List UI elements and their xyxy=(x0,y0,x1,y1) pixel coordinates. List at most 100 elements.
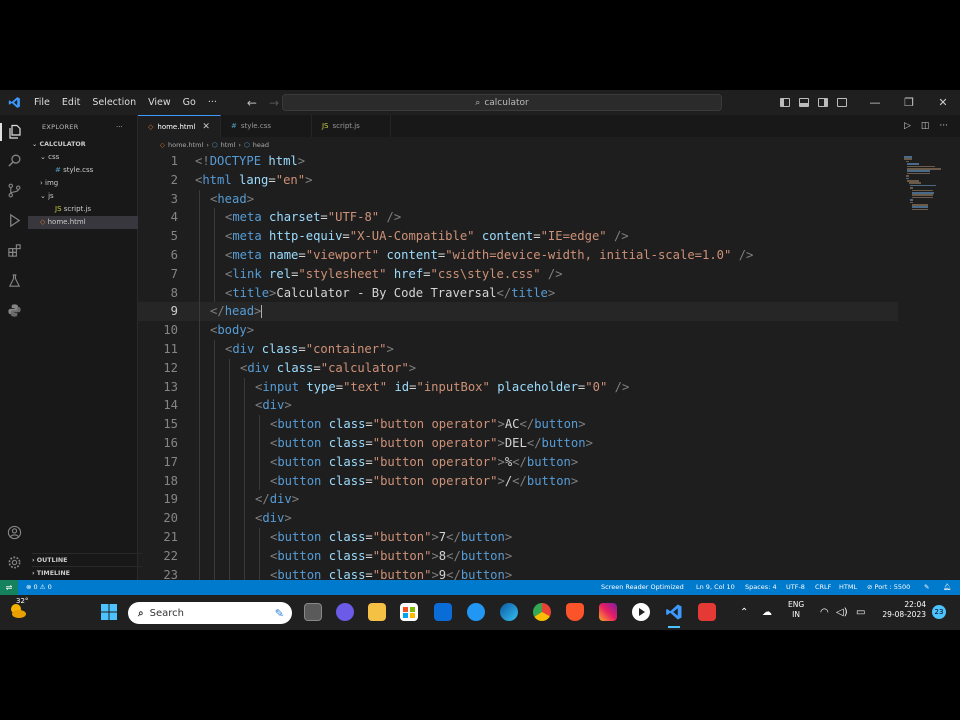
language-indicator[interactable]: ENG IN xyxy=(788,600,804,620)
menu-file[interactable]: File xyxy=(28,90,56,115)
eol-status[interactable]: CRLF xyxy=(815,580,831,595)
notification-badge[interactable]: 23 xyxy=(932,605,946,619)
file-explorer-icon[interactable] xyxy=(368,603,386,621)
back-arrow-icon[interactable]: ← xyxy=(241,96,263,110)
brave-browser-icon[interactable] xyxy=(566,603,584,621)
teams-chat-icon[interactable] xyxy=(336,603,354,621)
notifications-bell-icon[interactable]: 🔔︎ xyxy=(943,580,951,595)
breadcrumb-item[interactable]: head xyxy=(253,141,269,149)
explorer-more-button[interactable]: ··· xyxy=(116,121,136,134)
onedrive-icon[interactable]: ☁ xyxy=(762,595,772,630)
tab-style-css[interactable]: # style.css xyxy=(221,115,312,137)
minimize-button[interactable]: — xyxy=(858,96,892,109)
outline-section[interactable]: › OUTLINE xyxy=(32,553,142,567)
code-line[interactable]: 6 <meta name="viewport" content="width=de… xyxy=(138,246,898,265)
chevron-up-icon[interactable]: ⌃ xyxy=(740,595,748,630)
tree-item-style-css[interactable]: # style.css xyxy=(28,164,138,177)
split-editor-icon[interactable]: ◫ xyxy=(921,121,930,131)
toggle-panel-icon[interactable] xyxy=(799,98,809,107)
code-line[interactable]: 22 <button class="button">8</button> xyxy=(138,546,898,566)
search-icon[interactable] xyxy=(5,153,23,171)
screen-reader-status[interactable]: Screen Reader Optimized xyxy=(601,580,684,595)
account-icon[interactable] xyxy=(5,525,23,543)
minimap[interactable] xyxy=(904,152,944,212)
problems-indicator[interactable]: ⊗ 0 ⚠ 0 xyxy=(26,580,52,595)
close-button[interactable]: ✕ xyxy=(926,96,960,109)
customize-layout-icon[interactable] xyxy=(837,98,847,107)
more-actions-icon[interactable]: ··· xyxy=(939,121,948,131)
close-icon[interactable]: ✕ xyxy=(202,116,210,138)
menu-view[interactable]: View xyxy=(142,90,177,115)
menu-edit[interactable]: Edit xyxy=(56,90,86,115)
tab-script-js[interactable]: JS script.js xyxy=(312,115,391,137)
wifi-icon[interactable]: ◠ xyxy=(820,595,829,630)
taskbar-search[interactable]: ⌕ Search ✎ xyxy=(128,602,292,624)
code-editor[interactable]: 1 <!DOCTYPE html> 2 <html lang="en"> 3 <head>… xyxy=(138,152,960,580)
tab-home-html[interactable]: ◇ home.html ✕ xyxy=(138,115,221,137)
code-line[interactable]: 16 <button class="button operator">DEL</b… xyxy=(138,434,898,453)
language-mode[interactable]: HTML xyxy=(839,580,857,595)
code-line[interactable]: 21 <button class="button">7</button> xyxy=(138,528,898,547)
instagram-icon[interactable] xyxy=(599,603,617,621)
tree-item-img[interactable]: › img xyxy=(28,177,138,190)
code-line[interactable]: 3 <head> xyxy=(138,189,898,209)
menu-more[interactable]: ··· xyxy=(202,90,223,115)
code-line[interactable]: 20 <div> xyxy=(138,509,898,528)
code-line[interactable]: 13 <input type="text" id="inputBox" place… xyxy=(138,377,898,397)
code-line[interactable]: 17 <button class="button operator">%</but… xyxy=(138,452,898,472)
code-line[interactable]: 9 </head> xyxy=(138,302,898,322)
vscode-taskbar-icon[interactable] xyxy=(665,603,683,621)
settings-app-icon[interactable] xyxy=(467,603,485,621)
encoding-status[interactable]: UTF-8 xyxy=(786,580,805,595)
mail-icon[interactable] xyxy=(434,603,452,621)
code-line[interactable]: 8 <title>Calculator - By Code Traversal</… xyxy=(138,283,898,303)
menu-go[interactable]: Go xyxy=(177,90,202,115)
tree-item-css[interactable]: ⌄ css xyxy=(28,151,138,164)
recorder-app-icon[interactable] xyxy=(698,603,716,621)
timeline-section[interactable]: › TIMELINE xyxy=(32,566,142,580)
code-line[interactable]: 23 <button class="button">9</button> xyxy=(138,565,898,580)
tree-item-home-html[interactable]: ◇ home.html xyxy=(28,216,138,229)
code-line[interactable]: 7 <link rel="stylesheet" href="css\style.… xyxy=(138,264,898,284)
toggle-secondary-sidebar-icon[interactable] xyxy=(818,98,828,107)
edge-browser-icon[interactable] xyxy=(500,603,518,621)
tree-item-js[interactable]: ⌄ js xyxy=(28,190,138,203)
battery-icon[interactable]: ▭ xyxy=(856,595,865,630)
menu-selection[interactable]: Selection xyxy=(86,90,142,115)
media-player-icon[interactable] xyxy=(632,603,650,621)
clock[interactable]: 22:04 29-08-2023 xyxy=(880,600,926,620)
extensions-icon[interactable] xyxy=(5,243,23,261)
source-control-icon[interactable] xyxy=(5,183,23,201)
settings-gear-icon[interactable] xyxy=(5,555,23,573)
toggle-primary-sidebar-icon[interactable] xyxy=(780,98,790,107)
run-icon[interactable]: ▷ xyxy=(904,121,911,131)
explorer-icon[interactable] xyxy=(0,123,30,141)
windows-start-icon[interactable] xyxy=(100,603,118,621)
code-line[interactable]: 5 <meta http-equiv="X-UA-Compatible" cont… xyxy=(138,227,898,246)
cursor-position[interactable]: Ln 9, Col 10 xyxy=(696,580,735,595)
task-view-icon[interactable] xyxy=(304,603,322,621)
testing-flask-icon[interactable] xyxy=(5,273,23,291)
code-line[interactable]: 11 <div class="container"> xyxy=(138,340,898,359)
code-line[interactable]: 10 <body> xyxy=(138,321,898,340)
code-line[interactable]: 19 </div> xyxy=(138,490,898,510)
breadcrumb-item[interactable]: html xyxy=(221,141,236,149)
volume-icon[interactable]: ◁) xyxy=(836,595,848,630)
remote-indicator-icon[interactable]: ⇌ xyxy=(0,580,18,595)
code-line[interactable]: 1 <!DOCTYPE html> xyxy=(138,152,898,171)
code-line[interactable]: 2 <html lang="en"> xyxy=(138,171,898,190)
python-icon[interactable] xyxy=(5,303,23,321)
breadcrumb-item[interactable]: home.html xyxy=(168,141,203,149)
folder-root[interactable]: ⌄ CALCULATOR xyxy=(32,138,142,151)
code-line[interactable]: 12 <div class="calculator"> xyxy=(138,358,898,378)
chrome-browser-icon[interactable] xyxy=(533,603,551,621)
indentation-status[interactable]: Spaces: 4 xyxy=(745,580,777,595)
code-line[interactable]: 14 <div> xyxy=(138,396,898,416)
run-debug-icon[interactable] xyxy=(5,213,23,231)
code-line[interactable]: 4 <meta charset="UTF-8" /> xyxy=(138,208,898,228)
tree-item-script-js[interactable]: JS script.js xyxy=(28,203,138,216)
live-server-port[interactable]: ⊘ Port : 5500 xyxy=(867,580,910,595)
command-center-search[interactable]: ⌕ calculator xyxy=(282,94,722,111)
restore-button[interactable]: ❐ xyxy=(892,96,926,109)
code-line[interactable]: 15 <button class="button operator">AC</bu… xyxy=(138,415,898,434)
